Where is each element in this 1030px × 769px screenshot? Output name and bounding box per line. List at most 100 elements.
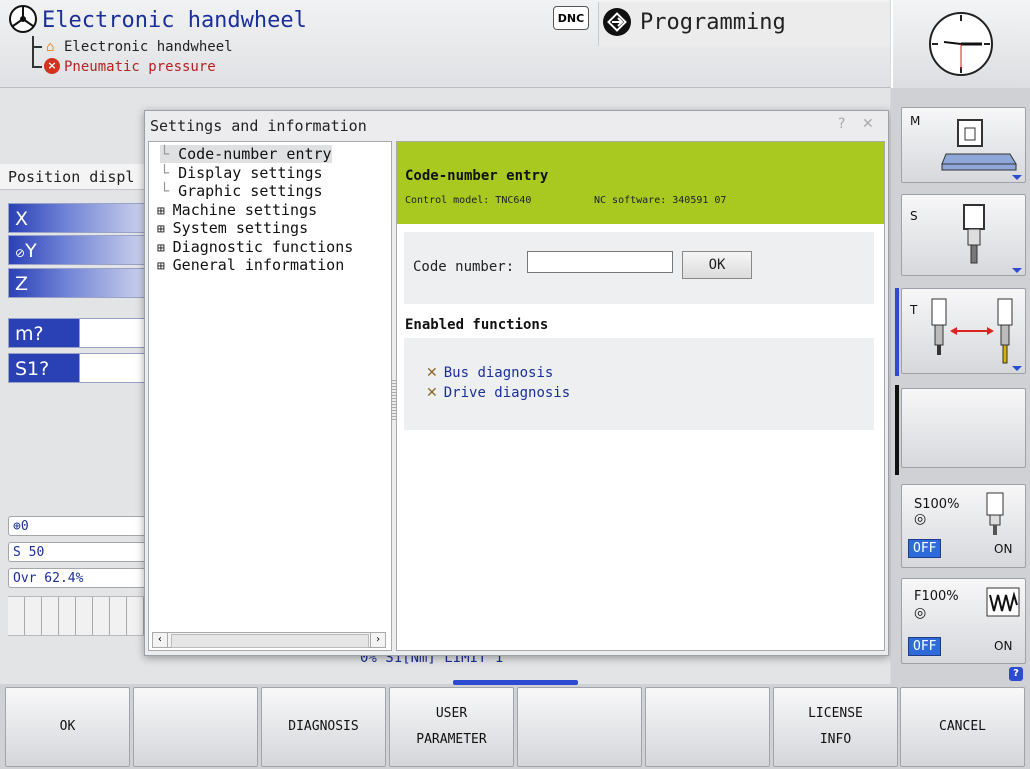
s-override-off[interactable]: OFF [908, 539, 942, 558]
load-bar-scale [8, 596, 146, 636]
chevron-down-icon [1012, 268, 1022, 273]
expand-icon[interactable]: ⊞ [157, 222, 173, 237]
tree-branch-line: └ [160, 163, 179, 182]
message-tree-line [32, 36, 42, 48]
error-icon: × [44, 58, 60, 74]
clock-icon [928, 11, 994, 77]
tool-change-icon [931, 298, 1013, 364]
softkey-8[interactable]: CANCEL [900, 687, 1025, 767]
softkey-label: USER [435, 706, 468, 721]
spindle-override-softkey[interactable]: S100% ◎ OFF ON [901, 484, 1026, 568]
expand-icon[interactable]: ⊞ [157, 259, 173, 274]
f-override-off[interactable]: OFF [908, 637, 942, 656]
datum-icon: ⊕ [13, 519, 21, 534]
m-function-softkey[interactable]: M [901, 107, 1026, 183]
tree-item-label: Graphic settings [178, 182, 323, 200]
function-label: Bus diagnosis [443, 365, 554, 381]
tree-horizontal-scrollbar[interactable]: ‹ › [152, 632, 386, 648]
axis-x: X [8, 203, 146, 233]
knob-icon: ◎ [914, 511, 927, 527]
tree-branch-line: └ [160, 182, 179, 200]
message-pneumatic-error[interactable]: Pneumatic pressure [64, 59, 216, 75]
t-label: T [910, 303, 918, 317]
feed-icon [986, 587, 1020, 617]
close-icon[interactable]: ✕ [862, 116, 874, 132]
dialog-title: Settings and information [150, 117, 367, 135]
softkey-label: INFO [819, 732, 852, 747]
chevron-down-icon [1012, 366, 1022, 371]
tree-item-label: Display settings [178, 163, 323, 182]
tree-item[interactable]: └ Graphic settings [160, 182, 323, 200]
spindle-status: S1? [8, 353, 146, 383]
function-drive-diagnosis[interactable]: ✕ Drive diagnosis [426, 385, 570, 401]
tree-item-label: Code-number entry [178, 145, 332, 163]
content-title: Code-number entry [405, 168, 549, 184]
handwheel-icon [8, 4, 38, 34]
feed-override-softkey[interactable]: F100% ◎ OFF ON [901, 578, 1026, 664]
programming-mode-title: Programming [640, 10, 786, 35]
tree-item[interactable]: └ Display settings [160, 164, 323, 182]
tree-item-label: General information [172, 256, 345, 274]
s-override-on[interactable]: ON [994, 542, 1012, 556]
help-icon[interactable]: ? [1009, 667, 1023, 681]
tree-item[interactable]: ⊞ Machine settings [157, 201, 317, 219]
spindle-speed: S 50 [8, 542, 146, 562]
softkey-5[interactable] [517, 687, 642, 767]
spindle-softkey[interactable]: S [901, 194, 1026, 276]
chevron-down-icon [1012, 175, 1022, 180]
spindle-small-icon [986, 492, 1004, 535]
tools-icon: ✕ [426, 385, 438, 401]
dnc-indicator: DNC [553, 6, 589, 30]
home-icon: ⌂ [46, 39, 55, 55]
code-number-input[interactable] [527, 251, 673, 273]
softkey-label: LICENSE [808, 706, 863, 721]
tree-item[interactable]: └ Code-number entry [160, 145, 332, 163]
scroll-left-icon[interactable]: ‹ [153, 633, 168, 647]
expand-icon[interactable]: ⊞ [157, 241, 173, 256]
function-bus-diagnosis[interactable]: ✕ Bus diagnosis [426, 365, 553, 381]
f-override-on[interactable]: ON [994, 639, 1012, 653]
scroll-thumb[interactable] [171, 634, 369, 648]
softkey-label: OK [59, 719, 76, 734]
override-value: Ovr 62.4% [8, 568, 146, 588]
expand-icon[interactable]: ⊞ [157, 204, 173, 219]
s-label: S [910, 209, 918, 223]
message-handwheel[interactable]: Electronic handwheel [64, 39, 233, 55]
datum-display: ⊕0 [8, 516, 146, 536]
m-function: m? [8, 318, 146, 348]
scroll-right-icon[interactable]: › [370, 633, 385, 647]
softkey-row-indicator [453, 680, 578, 685]
machine-table-icon [941, 119, 1017, 171]
softkey-3[interactable]: DIAGNOSIS [261, 687, 386, 767]
knob-icon: ◎ [914, 605, 927, 621]
enabled-functions-title: Enabled functions [405, 317, 549, 333]
softkey-2[interactable] [133, 687, 258, 767]
axis-y: ⊘Y [8, 235, 146, 265]
code-number-label: Code number: [413, 259, 515, 275]
softkey-7[interactable]: LICENSE INFO [773, 687, 898, 767]
m-label: M [910, 114, 921, 128]
tools-icon: ✕ [426, 365, 438, 381]
code-ok-button[interactable]: OK [682, 251, 752, 279]
softkey-label: CANCEL [939, 719, 986, 734]
softkey-4[interactable]: USER PARAMETER [389, 687, 514, 767]
control-model: Control model: TNC640 [405, 195, 532, 206]
programming-icon [603, 8, 631, 36]
softkey-1[interactable]: OK [5, 687, 130, 767]
softkey-6[interactable] [645, 687, 770, 767]
enabled-functions-box [404, 338, 874, 430]
axis-z: Z [8, 268, 146, 298]
clamp-icon: ⊘ [15, 246, 26, 260]
f-override-label: F100% [914, 589, 959, 604]
help-icon[interactable]: ? [838, 116, 845, 132]
axis-y-label: Y [25, 240, 37, 262]
active-indicator [895, 288, 899, 376]
s-override-label: S100% [914, 497, 960, 512]
softkey-label: PARAMETER [416, 732, 487, 747]
empty-softkey[interactable] [901, 388, 1026, 468]
tree-item[interactable]: ⊞ System settings [157, 219, 308, 237]
tree-item[interactable]: ⊞ Diagnostic functions [157, 238, 353, 256]
tool-softkey[interactable]: T [901, 288, 1026, 374]
divider [895, 385, 899, 475]
tree-item[interactable]: ⊞ General information [157, 256, 344, 274]
